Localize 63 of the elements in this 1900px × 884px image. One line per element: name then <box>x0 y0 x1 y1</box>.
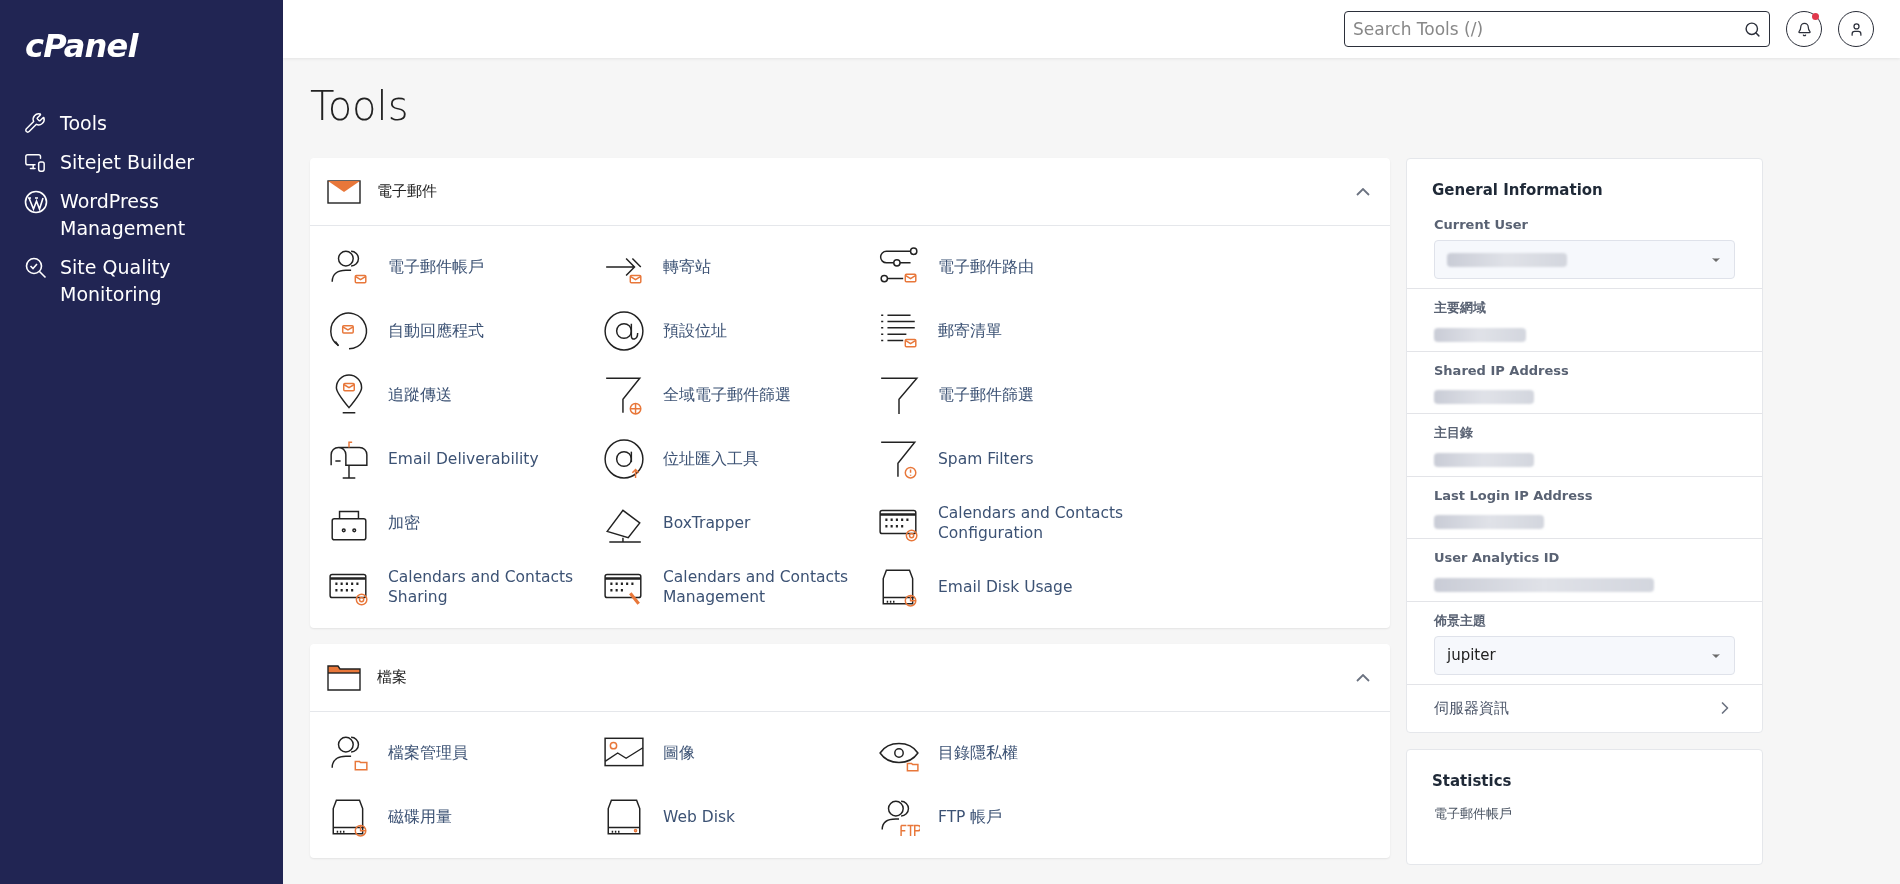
tool-link[interactable]: 磁碟用量 <box>388 807 598 827</box>
sidebar-item[interactable]: Site Quality Monitoring <box>24 254 259 308</box>
cpanel-logo[interactable]: cPanel <box>0 0 283 110</box>
search-field[interactable]: Search Tools (/) <box>1344 11 1770 47</box>
tool-link[interactable]: 目錄隱私權 <box>938 743 1148 763</box>
bell-icon <box>1796 21 1812 37</box>
magnifier-check-icon <box>24 256 48 280</box>
tool-link[interactable]: 轉寄站 <box>663 257 873 277</box>
field-label: 主要網域 <box>1434 299 1487 317</box>
section-title: 檔案 <box>377 667 407 689</box>
tool-link[interactable]: 電子郵件帳戶 <box>388 257 598 277</box>
tool-link[interactable]: 自動回應程式 <box>388 321 598 341</box>
chevron-up-icon <box>1356 673 1370 682</box>
tool-link[interactable]: 全域電子郵件篩選 <box>663 385 873 405</box>
tool-link[interactable]: 圖像 <box>663 743 873 763</box>
tool-link[interactable]: 預設位址 <box>663 321 873 341</box>
field-label: User Analytics ID <box>1434 549 1561 567</box>
select-field[interactable]: jupiter <box>1434 636 1735 675</box>
tool-link[interactable]: 電子郵件路由 <box>938 257 1148 277</box>
select-value: jupiter <box>1447 645 1496 667</box>
sidebar-item[interactable]: Tools <box>24 110 259 137</box>
mailbox-icon <box>328 438 370 480</box>
tools-icon <box>24 112 46 134</box>
tool-link[interactable]: Email Deliverability <box>388 449 598 469</box>
field-label: Last Login IP Address <box>1434 486 1594 505</box>
tool-link[interactable]: Email Disk Usage <box>938 577 1148 597</box>
user-icon <box>1848 21 1864 37</box>
tool-link[interactable]: 檔案管理員 <box>388 743 598 763</box>
sidebar-item[interactable]: Sitejet Builder <box>24 149 259 176</box>
section-header[interactable]: 電子郵件 <box>310 158 1390 226</box>
folder-icon <box>327 664 361 691</box>
select-field[interactable] <box>1434 240 1735 279</box>
field-label: 主目錄 <box>1434 424 1474 442</box>
tool-link[interactable]: 電子郵件篩選 <box>938 385 1148 405</box>
tool-link[interactable]: 郵寄清單 <box>938 321 1148 341</box>
tool-link[interactable]: 位址匯入工具 <box>663 449 873 469</box>
field-label: Current User <box>1434 215 1529 234</box>
tool-link[interactable]: Web Disk <box>663 807 873 827</box>
tool-link[interactable]: Calendars and Contacts Sharing <box>388 567 598 607</box>
at-sign-upload-icon <box>603 438 645 480</box>
envelope-icon <box>327 179 361 204</box>
search-icon <box>1744 21 1761 38</box>
tool-link[interactable]: BoxTrapper <box>663 513 873 533</box>
page-title: Tools <box>310 82 410 131</box>
field-label: Shared IP Address <box>1434 361 1570 380</box>
tool-link[interactable]: Calendars and Contacts Management <box>663 567 873 607</box>
tool-link[interactable]: FTP 帳戶 <box>938 807 1148 827</box>
circular-arrow-envelope-icon <box>328 310 370 352</box>
card-title: General Information <box>1431 180 1604 201</box>
section-title: 電子郵件 <box>377 181 437 203</box>
server-info-link[interactable]: 伺服器資訊 <box>1407 685 1762 732</box>
chevron-up-icon <box>1356 187 1370 196</box>
tool-link[interactable]: 加密 <box>388 513 598 533</box>
at-sign-icon <box>603 310 645 352</box>
tool-link[interactable]: Calendars and Contacts Configuration <box>938 503 1148 543</box>
card-title: Statistics <box>1432 770 1513 792</box>
wordpress-icon <box>24 190 48 214</box>
tool-link[interactable]: 追蹤傳送 <box>388 385 598 405</box>
tool-link[interactable]: Spam Filters <box>938 449 1148 469</box>
statistic-label: 電子郵件帳戶 <box>1433 805 1513 823</box>
sidebar-item[interactable]: WordPress Management <box>24 188 259 242</box>
section-header[interactable]: 檔案 <box>310 644 1390 712</box>
field-label: 佈景主題 <box>1434 611 1487 630</box>
